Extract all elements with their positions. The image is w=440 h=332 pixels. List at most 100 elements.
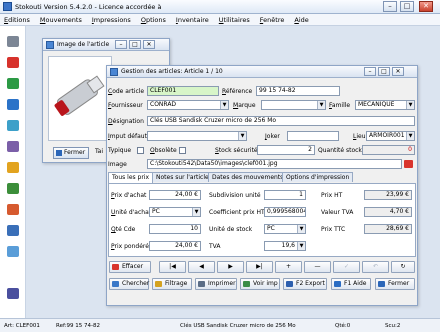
subdivision-input[interactable]: 1 — [264, 190, 306, 200]
help-button[interactable]: F1 Aide — [331, 278, 371, 290]
form-titlebar: Gestion des articles: Article 1 / 10 – □… — [107, 66, 417, 78]
designation-input[interactable]: Clés USB Sandisk Cruzer micro de 256 Mo — [147, 116, 415, 126]
undo-button[interactable]: ↶ — [362, 261, 389, 273]
refresh-button[interactable]: ↻ — [391, 261, 415, 273]
articles-icon[interactable] — [7, 57, 19, 68]
typique-checkbox[interactable] — [137, 147, 144, 154]
exit-icon[interactable] — [7, 99, 19, 110]
tab-print-options[interactable]: Options d'impression — [282, 172, 354, 182]
menu-bar: Editions Mouvements Impressions Options … — [0, 14, 440, 26]
status-bar: Art: CLEF001 Ref:99 15 74-82 Clés USB Sa… — [0, 318, 440, 332]
obsolete-checkbox[interactable] — [179, 147, 186, 154]
tva-select[interactable]: 19,6 ▼ — [264, 241, 306, 251]
validate-button[interactable]: ✓ — [333, 261, 360, 273]
unite-achat-select[interactable]: PC ▼ — [149, 207, 201, 217]
image-maximize-button[interactable]: □ — [129, 40, 141, 49]
users-icon[interactable] — [7, 225, 19, 236]
door-icon — [56, 150, 62, 156]
first-record-button[interactable]: |◀ — [159, 261, 186, 273]
image-side-text: Tai — [95, 148, 104, 155]
tab-movement-dates[interactable]: Dates des mouvements — [208, 172, 288, 182]
chevron-down-icon: ▼ — [297, 242, 305, 250]
orders-icon[interactable] — [7, 162, 19, 173]
image-minimize-button[interactable]: – — [115, 40, 127, 49]
form-maximize-button[interactable]: □ — [378, 67, 390, 76]
valeur-tva-label: Valeur TVA — [321, 209, 354, 216]
side-toolbar — [0, 26, 26, 318]
delete-image-icon[interactable] — [404, 160, 413, 168]
tools-icon[interactable] — [7, 36, 19, 47]
nav-bar: Effacer |◀ ◀ ▶ ▶| + — ✓ ↶ ↻ — [109, 261, 415, 275]
menu-aide[interactable]: Aide — [294, 16, 308, 24]
imputation-label: Imput défaut — [108, 133, 147, 140]
export-button[interactable]: F2 Export — [283, 278, 327, 290]
chevron-down-icon: ▼ — [238, 132, 246, 140]
lieu-select[interactable]: ARMOIR001 ▼ — [366, 131, 415, 141]
coef-label: Coefficient prix HT — [209, 209, 265, 216]
help-icon — [334, 281, 341, 287]
image-window-titlebar: Image de l'article – □ ✕ — [43, 39, 169, 51]
entry-icon[interactable] — [7, 78, 19, 89]
add-record-button[interactable]: + — [275, 261, 302, 273]
save-icon[interactable] — [7, 204, 19, 215]
window-icon — [46, 41, 54, 49]
imputation-select[interactable]: ▼ — [147, 131, 247, 141]
form-title: Gestion des articles: Article 1 / 10 — [121, 68, 223, 75]
menu-mouvements[interactable]: Mouvements — [40, 16, 82, 24]
stock-securite-input[interactable]: 2 — [257, 145, 315, 155]
quantite-stock-label: Quantité stock — [318, 147, 362, 154]
form-minimize-button[interactable]: – — [364, 67, 376, 76]
chevron-down-icon: ▼ — [317, 101, 325, 109]
maximize-button[interactable]: □ — [400, 1, 414, 12]
menu-impressions[interactable]: Impressions — [92, 16, 131, 24]
exit-app-icon[interactable] — [7, 288, 19, 299]
inventory-icon[interactable] — [7, 141, 19, 152]
reference-input[interactable]: 99 15 74-82 — [256, 86, 340, 96]
menu-editions[interactable]: Editions — [4, 16, 30, 24]
last-record-button[interactable]: ▶| — [246, 261, 273, 273]
menu-inventaire[interactable]: Inventaire — [176, 16, 209, 24]
usb-key-image — [48, 56, 112, 141]
menu-options[interactable]: Options — [141, 16, 166, 24]
code-input[interactable]: CLEF001 — [147, 86, 219, 96]
next-record-button[interactable]: ▶ — [217, 261, 244, 273]
unite-stock-select[interactable]: PC ▼ — [264, 224, 306, 234]
close-button[interactable]: ✕ — [419, 1, 433, 12]
fournisseur-select[interactable]: CONRAD ▼ — [147, 100, 229, 110]
image-close-button[interactable]: ✕ — [143, 40, 155, 49]
quantite-stock-value: 0 — [362, 145, 415, 155]
transfer-icon[interactable] — [7, 120, 19, 131]
image-path-input[interactable]: C:\Stokouti542\Data50\images\clef001.jpg — [147, 159, 402, 169]
subdivision-label: Subdivision unité — [209, 192, 261, 199]
list-icon[interactable] — [7, 183, 19, 194]
marque-select[interactable]: ▼ — [261, 100, 326, 110]
prix-ht-value: 23,99 € — [364, 190, 412, 200]
joker-input[interactable] — [287, 131, 339, 141]
print-icon — [198, 281, 205, 287]
coef-input[interactable]: 0,9995680045 — [264, 207, 306, 217]
print-button[interactable]: Imprimer — [195, 278, 237, 290]
tab-all-prices[interactable]: Tous les prix — [108, 172, 154, 183]
prix-achat-input[interactable]: 24,00 € — [149, 190, 201, 200]
menu-utilitaires[interactable]: Utilitaires — [219, 16, 250, 24]
prix-ttc-value: 28,69 € — [364, 224, 412, 234]
close-form-button[interactable]: Fermer — [375, 278, 415, 290]
unite-stock-label: Unité de stock — [209, 226, 253, 233]
network-icon[interactable] — [7, 246, 19, 257]
remove-record-button[interactable]: — — [304, 261, 331, 273]
menu-fenetre[interactable]: Fenêtre — [260, 16, 285, 24]
code-label: Code article — [108, 88, 145, 95]
prev-record-button[interactable]: ◀ — [188, 261, 215, 273]
qte-cde-input[interactable]: 10 — [149, 224, 201, 234]
image-close-btn[interactable]: Fermer — [53, 147, 89, 159]
filter-button[interactable]: Filtrage — [152, 278, 192, 290]
tab-notes[interactable]: Notes sur l'article — [152, 172, 213, 182]
prix-pondere-label: Prix pondéré — [111, 243, 149, 250]
prix-pondere-input[interactable]: 24,00 € — [149, 241, 201, 251]
minimize-button[interactable]: – — [383, 1, 397, 12]
famille-select[interactable]: MECANIQUE ▼ — [355, 100, 415, 110]
print-preview-button[interactable]: Voir imp — [240, 278, 280, 290]
form-close-button[interactable]: ✕ — [392, 67, 404, 76]
search-button[interactable]: Chercher — [109, 278, 149, 290]
delete-button[interactable]: Effacer — [109, 261, 151, 273]
